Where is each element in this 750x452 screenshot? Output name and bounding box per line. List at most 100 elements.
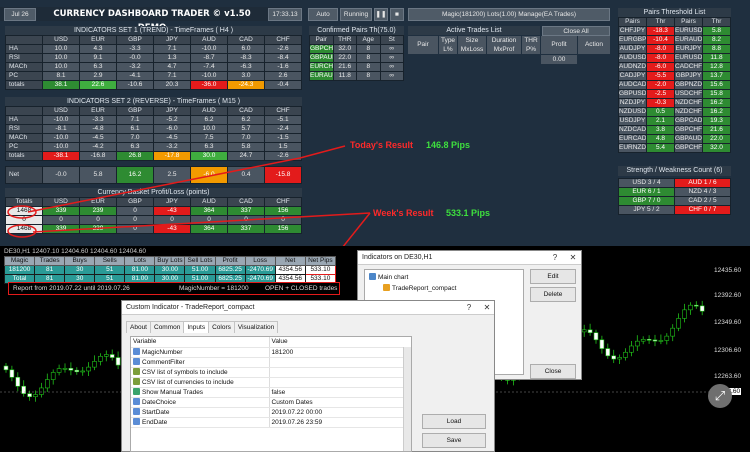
candle-body xyxy=(3,365,9,371)
input-value[interactable]: Custom Dates xyxy=(269,397,411,408)
trade-report: Magic Trades Buys Sells Lots Buy Lots Sell Lot… xyxy=(3,256,340,295)
report-header: Trades xyxy=(34,256,66,266)
today-result-value: 146.8 Pips xyxy=(426,140,471,150)
report-header: Sell Lots xyxy=(184,256,216,266)
report-footer-mode: OPEN + CLOSED trades xyxy=(265,285,338,292)
candle-body xyxy=(21,385,27,394)
today-arrow-to-cell xyxy=(27,157,301,213)
candle-body xyxy=(699,305,705,312)
today-arrow xyxy=(299,145,346,159)
input-value[interactable] xyxy=(269,367,411,378)
report-cell: 51.00 xyxy=(184,265,216,275)
input-variable: StartDate xyxy=(131,407,270,418)
candle-body xyxy=(605,348,611,357)
candle-body xyxy=(50,372,56,380)
input-variable: DateChoice xyxy=(131,397,270,408)
candle-body xyxy=(599,339,605,349)
report-footer-magic: MagicNumber = 181200 xyxy=(179,285,249,292)
input-row[interactable]: StartDate 2019.07.22 00:00 xyxy=(131,407,411,418)
report-row: 181200 81 30 51 81.00 30.00 51.00 6825.25 -2470.… xyxy=(3,265,337,275)
close-icon[interactable]: ✕ xyxy=(566,251,580,265)
candle-body xyxy=(15,376,21,387)
candle-body xyxy=(581,329,587,333)
candle-body xyxy=(670,327,676,337)
help-icon[interactable]: ? xyxy=(548,251,562,265)
report-cell: -2470.69 xyxy=(244,265,276,275)
help-icon[interactable]: ? xyxy=(462,301,476,315)
week-highlight-circle xyxy=(7,224,37,238)
input-row[interactable]: MagicNumber 181200 xyxy=(131,347,411,358)
tab-colors[interactable]: Colors xyxy=(208,321,235,333)
input-value[interactable]: false xyxy=(269,387,411,398)
input-variable: CommentFilter xyxy=(131,357,270,368)
save-button[interactable]: Save xyxy=(422,433,486,448)
candle-body xyxy=(664,335,670,341)
candle-body xyxy=(44,379,50,389)
report-header: Magic xyxy=(3,256,36,266)
candle-body xyxy=(92,361,97,368)
candle-body xyxy=(693,304,699,307)
candle-body xyxy=(617,357,622,360)
input-row[interactable]: EndDate 2019.07.26 23:59 xyxy=(131,417,411,428)
tab-visualization[interactable]: Visualization xyxy=(233,321,279,333)
input-row[interactable]: Show Manual Trades false xyxy=(131,387,411,398)
input-variable-label: DateChoice xyxy=(142,398,176,406)
price-label: 12263.60 xyxy=(714,373,742,380)
input-row[interactable]: CSV list of currencies to include xyxy=(131,377,411,388)
scrollbar[interactable] xyxy=(403,347,411,451)
trade-report-table: Magic Trades Buys Sells Lots Buy Lots Sell Lot… xyxy=(3,256,337,284)
candle-body xyxy=(68,368,74,371)
price-label: 12435.60 xyxy=(714,267,742,274)
candle-body xyxy=(611,355,617,360)
input-row[interactable]: CommentFilter xyxy=(131,357,411,368)
candle-body xyxy=(80,370,85,373)
input-type-icon xyxy=(133,387,140,395)
input-variable: CSV list of currencies to include xyxy=(131,377,270,388)
input-type-icon xyxy=(133,377,140,385)
report-cell: 533.10 xyxy=(304,265,337,275)
input-row[interactable]: DateChoice Custom Dates xyxy=(131,397,411,408)
report-cell: 6825.25 xyxy=(214,265,246,275)
report-header: Sells xyxy=(94,256,126,266)
candle-body xyxy=(688,304,693,311)
input-value[interactable]: 2019.07.26 23:59 xyxy=(269,417,411,428)
tab-common[interactable]: Common xyxy=(150,321,185,333)
candle-body xyxy=(593,332,599,341)
tree-item-main-chart[interactable]: Main chart xyxy=(369,273,408,281)
input-row[interactable]: CSV list of symbols to include xyxy=(131,367,411,378)
candle-body xyxy=(62,368,68,370)
column-variable: Variable xyxy=(131,337,270,348)
price-label: 12306.60 xyxy=(714,347,742,354)
report-header-row: Magic Trades Buys Sells Lots Buy Lots Sell Lot… xyxy=(3,256,337,266)
load-button[interactable]: Load xyxy=(422,414,486,429)
inputs-table: Variable Value MagicNumber 181200 CommentF… xyxy=(131,337,411,428)
zoom-icon[interactable]: ⤢ xyxy=(708,384,732,408)
indicator-icon xyxy=(383,284,390,291)
tree-child-label: TradeReport_compact xyxy=(392,285,457,292)
tree-item-tradereport[interactable]: TradeReport_compact xyxy=(383,284,456,292)
input-value[interactable] xyxy=(269,377,411,388)
report-cell: 81.00 xyxy=(124,265,156,275)
tab-inputs[interactable]: Inputs xyxy=(183,321,210,333)
candle-body xyxy=(115,357,121,366)
candle-body xyxy=(634,340,640,347)
close-icon[interactable]: ✕ xyxy=(480,301,494,315)
week-result-value: 533.1 Pips xyxy=(446,208,491,218)
close-button[interactable]: Close xyxy=(530,364,576,379)
tree-root-label: Main chart xyxy=(378,274,409,281)
tab-about[interactable]: About xyxy=(126,321,151,333)
delete-button[interactable]: Delete xyxy=(530,287,576,302)
edit-button[interactable]: Edit xyxy=(530,269,576,284)
candle-body xyxy=(86,366,91,372)
input-variable-label: CSV list of symbols to include xyxy=(142,368,228,376)
candle-body xyxy=(39,387,44,395)
dashboard: Jul 26 CURRENCY DASHBOARD TRADER © v1.50… xyxy=(0,0,750,264)
input-value[interactable] xyxy=(269,357,411,368)
custom-indicator-dialog: Custom Indicator - TradeReport_compact ?… xyxy=(121,300,495,452)
input-value[interactable]: 2019.07.22 00:00 xyxy=(269,407,411,418)
input-value[interactable]: 181200 xyxy=(269,347,411,358)
report-cell: 51 xyxy=(94,265,126,275)
input-variable: EndDate xyxy=(131,417,270,428)
input-type-icon xyxy=(133,407,140,415)
report-header: Buy Lots xyxy=(154,256,186,266)
